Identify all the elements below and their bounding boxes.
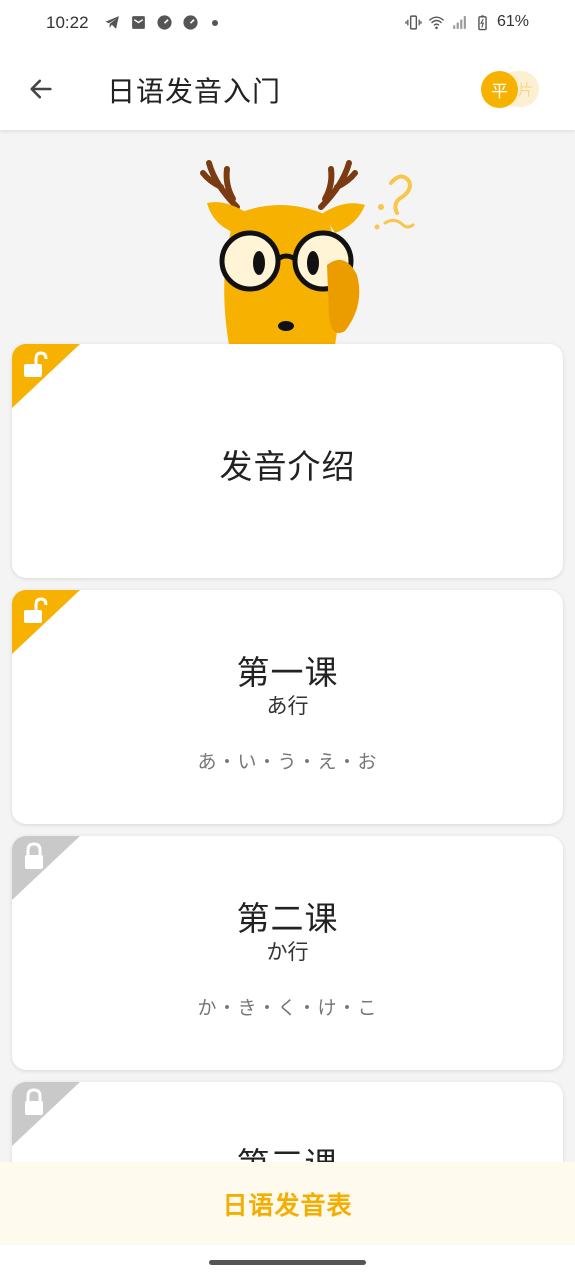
speedometer-icon	[183, 15, 198, 30]
notification-icons	[104, 14, 218, 31]
hiragana-katakana-toggle[interactable]: 片 平	[481, 70, 541, 108]
lesson-title: 第一课	[236, 653, 339, 692]
telegram-icon	[105, 16, 119, 29]
more-dot-icon	[212, 19, 218, 26]
arrow-left-icon	[30, 79, 52, 99]
locked-corner-tag	[12, 1082, 80, 1146]
lesson-title: 第二课	[236, 899, 339, 938]
app-bar: 日语发音入门 片 平	[0, 48, 575, 130]
lesson-kana: あ・い・う・え・お	[197, 751, 378, 773]
lesson-subtitle: あ行	[266, 694, 309, 718]
lesson-subtitle: か行	[266, 940, 309, 964]
system-nav-area	[0, 1245, 575, 1280]
deer-mascot-illustration	[200, 160, 415, 345]
page-title: 日语发音入门	[107, 75, 282, 108]
pronunciation-table-label: 日语发音表	[222, 1190, 353, 1220]
lesson-title: 发音介绍	[219, 447, 356, 486]
mail-icon	[132, 16, 145, 29]
status-bar: 10:22 61%	[0, 0, 575, 48]
lesson-card-1[interactable]: 第一课 あ行 あ・い・う・え・お	[12, 590, 563, 824]
lesson-card-intro[interactable]: 发音介绍	[12, 344, 563, 578]
pronunciation-table-button[interactable]: 日语发音表	[0, 1162, 575, 1245]
status-time: 10:22	[46, 13, 89, 32]
unlocked-corner-tag	[12, 590, 80, 654]
toggle-option-katakana: 片	[518, 81, 534, 99]
unlocked-corner-tag	[12, 344, 80, 408]
back-button[interactable]	[20, 68, 62, 110]
lesson-card-2[interactable]: 第二课 か行 か・き・く・け・こ	[12, 836, 563, 1070]
speedometer-icon	[157, 15, 172, 30]
vibrate-icon	[405, 14, 422, 30]
battery-icon	[478, 14, 487, 30]
wifi-icon	[428, 15, 445, 29]
battery-percent: 61%	[496, 13, 529, 30]
home-indicator[interactable]	[209, 1260, 366, 1265]
locked-corner-tag	[12, 836, 80, 900]
system-icons: 61%	[405, 13, 529, 31]
toggle-option-hiragana: 平	[481, 71, 518, 108]
signal-icon	[453, 15, 466, 29]
lesson-kana: か・き・く・け・こ	[197, 997, 378, 1019]
